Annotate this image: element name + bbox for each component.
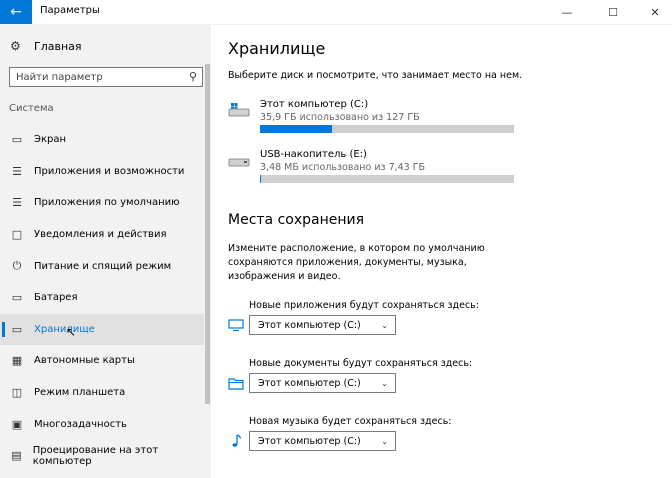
back-button[interactable]: ← [0,0,32,24]
sidebar-item-apps-features[interactable]: ☰ Приложения и возможности [0,156,204,188]
search-box[interactable]: ⚲ [9,67,203,87]
page-description: Выберите диск и посмотрите, что занимает… [228,70,523,81]
page-title: Хранилище [228,39,326,58]
sidebar-item-default-apps[interactable]: ☰ Приложения по умолчанию [0,187,204,219]
sidebar-item-display[interactable]: ▭ Экран [0,124,204,156]
save-location-music: Новая музыка будет сохраняться здесь: Эт… [228,416,528,452]
save-location-documents: Новые документы будут сохраняться здесь:… [228,358,528,394]
scrollbar-thumb[interactable] [205,64,210,404]
sidebar-nav: ▭ Экран ☰ Приложения и возможности ☰ При… [0,124,204,472]
display-icon: ▭ [11,133,23,147]
minimize-icon: — [561,5,573,19]
drive-e[interactable]: USB-накопитель (E:) 3,48 МБ использовано… [228,149,518,185]
drive-usage-fill [260,125,332,133]
drive-name: Этот компьютер (C:) [260,99,369,110]
apps-list-icon: ☰ [12,164,22,178]
sidebar-item-label: Режим планшета [34,387,126,399]
select-value: Этот компьютер (C:) [258,435,361,447]
sidebar-item-label: Батарея [34,292,78,304]
sidebar-item-label: Хранилище [34,323,95,335]
save-location-select[interactable]: Этот компьютер (C:) ⌄ [249,373,396,393]
maximize-icon: ☐ [608,5,618,19]
sidebar-group-label: Система [9,103,54,114]
save-location-select[interactable]: Этот компьютер (C:) ⌄ [249,315,396,335]
sidebar-scrollbar[interactable] [204,24,211,478]
back-arrow-icon: ← [10,4,22,20]
sidebar-item-battery[interactable]: ▭ Батарея [0,282,204,314]
search-input[interactable] [16,70,176,84]
sidebar-item-tablet-mode[interactable]: ◫ Режим планшета [0,377,204,409]
select-value: Этот компьютер (C:) [258,319,361,331]
sidebar-item-label: Проецирование на этот компьютер [32,444,159,467]
sidebar-item-storage[interactable]: ▭ Хранилище [0,313,204,346]
sidebar-item-label: Многозадачность [34,418,127,430]
battery-icon: ▭ [11,291,23,305]
sidebar-item-label: Приложения по умолчанию [34,197,180,209]
maximize-button[interactable]: ☐ [598,0,628,24]
drive-usage: 3,48 МБ использовано из 7,43 ГБ [260,162,426,173]
sidebar-item-power[interactable]: ⏻ Питание и спящий режим [0,250,204,282]
save-location-label: Новая музыка будет сохраняться здесь: [249,416,452,427]
sidebar-item-label: Приложения и возможности [34,165,185,177]
notifications-icon: □ [11,228,23,242]
music-note-icon [232,434,242,447]
save-location-label: Новые документы будут сохраняться здесь: [249,358,473,369]
chevron-down-icon: ⌄ [381,436,388,446]
default-apps-icon: ☰ [12,196,22,210]
drive-usage-bar [260,175,514,183]
tablet-mode-icon: ◫ [11,386,23,400]
select-value: Этот компьютер (C:) [258,377,361,389]
sidebar-home[interactable]: ⚙ Главная [10,36,82,56]
drive-name: USB-накопитель (E:) [260,149,367,160]
sidebar-item-notifications[interactable]: □ Уведомления и действия [0,219,204,251]
sidebar-item-label: Уведомления и действия [34,229,167,241]
title-bar: ← Параметры — ☐ ✕ [0,0,672,25]
home-label: Главная [34,39,82,53]
drive-usage-bar [260,125,514,133]
drive-usage: 35,9 ГБ использовано из 127 ГБ [260,112,420,123]
close-icon: ✕ [650,5,660,19]
sidebar-item-multitasking[interactable]: ▣ Многозадачность [0,408,204,440]
save-location-select[interactable]: Этот компьютер (C:) ⌄ [249,431,396,451]
close-button[interactable]: ✕ [640,0,670,24]
chevron-down-icon: ⌄ [381,378,388,388]
power-icon: ⏻ [12,259,22,273]
monitor-icon [228,319,244,332]
window-title: Параметры [40,5,100,16]
sidebar-item-label: Питание и спящий режим [34,260,172,272]
folder-icon [228,378,244,390]
mouse-cursor-icon: ↖ [66,325,77,339]
chevron-down-icon: ⌄ [381,320,388,330]
multitasking-icon: ▣ [11,417,23,431]
projecting-icon: ▤ [11,449,22,463]
drive-c[interactable]: Этот компьютер (C:) 35,9 ГБ использовано… [228,99,518,135]
usb-drive-icon [228,158,250,167]
sidebar-item-label: Экран [34,134,67,146]
gear-icon: ⚙ [10,39,21,53]
sidebar-item-projecting[interactable]: ▤ Проецирование на этот компьютер [0,440,204,472]
sidebar-item-label: Автономные карты [34,355,135,367]
save-location-label: Новые приложения будут сохраняться здесь… [249,300,479,311]
save-location-apps: Новые приложения будут сохраняться здесь… [228,300,528,336]
sidebar-item-offline-maps[interactable]: ▦ Автономные карты [0,345,204,377]
save-locations-description: Измените расположение, в котором по умол… [228,243,485,282]
minimize-button[interactable]: — [552,0,582,24]
drive-usage-fill [260,175,261,183]
storage-icon: ▭ [11,322,23,336]
search-icon[interactable]: ⚲ [189,70,197,83]
save-locations-title: Места сохранения [228,212,365,228]
offline-maps-icon: ▦ [11,354,23,368]
windows-drive-icon [228,103,250,117]
